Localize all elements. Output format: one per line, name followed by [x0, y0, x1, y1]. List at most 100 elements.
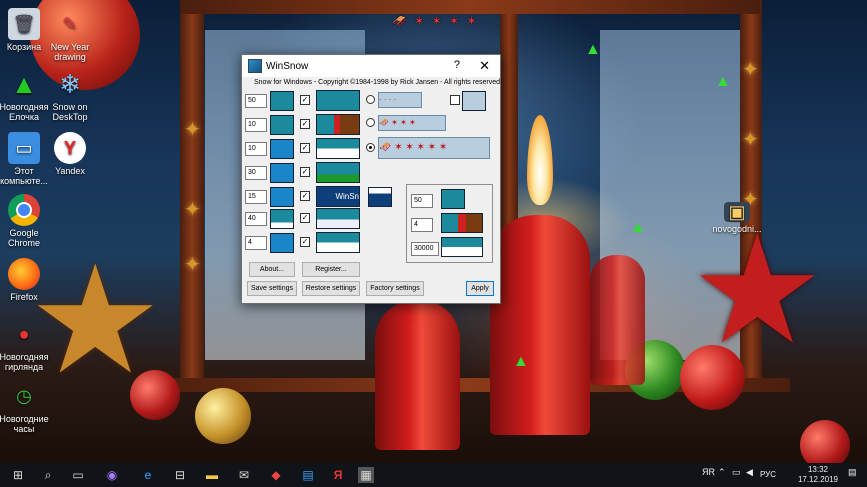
row5-winsnow-preview: WinSn [316, 186, 360, 207]
language-indicator[interactable]: РУС [760, 470, 776, 479]
pen-indicator[interactable]: ЯR [702, 467, 715, 477]
santa-sleigh-icon: 🛷 ✶ ✶ ✶ ✶ [392, 14, 479, 28]
yandex-browser-icon: Y [54, 132, 86, 164]
row5-count-field[interactable]: 15 [245, 190, 267, 204]
tray-chevron-icon[interactable]: ⌃ [718, 467, 726, 478]
speaker-icon[interactable]: ◀ [746, 467, 753, 478]
restore-settings-button[interactable]: Restore settings [302, 281, 360, 296]
santa-settings-group: 50 4 30000 [406, 184, 493, 263]
search-icon[interactable]: ⌕ [40, 467, 56, 483]
row4-count-field[interactable]: 30 [245, 166, 267, 180]
close-button[interactable]: ✕ [479, 58, 490, 74]
group-field-3[interactable]: 30000 [411, 242, 439, 256]
clock[interactable]: 13:32 17.12.2019 [796, 465, 840, 485]
row4-checkbox[interactable]: ✓ [300, 167, 310, 177]
desktop-icon-novogodni[interactable]: ▣ novogodni... [707, 202, 767, 234]
row5-window-thumbnail [270, 187, 294, 207]
clock-icon: ◷ [16, 386, 32, 406]
photos-icon[interactable]: ◆ [268, 467, 284, 483]
register-button[interactable]: Register... [302, 262, 360, 277]
computer-icon: ▭ [8, 132, 40, 164]
sleigh-option-small-radio[interactable] [366, 95, 375, 104]
row2-santa-thumbnail [270, 115, 294, 135]
snowflake-icon: ❄ [59, 69, 81, 99]
row6-snowline-preview [316, 208, 360, 229]
edge-icon[interactable]: e [140, 467, 156, 483]
desktop-icon-snow-on-desktop[interactable]: ❄ Snow on DeskTop [40, 68, 100, 122]
store-icon[interactable]: ⊟ [172, 467, 188, 483]
frame-star-3: ✦ [184, 254, 201, 276]
desktop-icon-chrome[interactable]: Google Chrome [0, 194, 54, 248]
sleigh-medium-strip: 🛷 ✶ ✶ ✶ [378, 115, 446, 131]
file-explorer-icon[interactable]: ▬ [204, 467, 220, 483]
factory-settings-button[interactable]: Factory settings [366, 281, 424, 296]
desktop-icon-label: novogodni... [712, 224, 762, 234]
sleigh-option-medium-radio[interactable] [366, 118, 375, 127]
winsnow-window: WinSnow ? ✕ Snow for Windows - Copyright… [241, 54, 501, 304]
notification-icon[interactable]: ▤ [848, 467, 857, 478]
big-star-right: ★ [690, 206, 825, 374]
frame-star-5: ✦ [742, 129, 759, 151]
save-settings-button[interactable]: Save settings [247, 281, 297, 296]
snow-tree-icon: ▲ [513, 353, 529, 370]
row6-checkbox[interactable]: ✓ [300, 213, 310, 223]
row2-count-field[interactable]: 10 [245, 118, 267, 132]
desktop-icon-label: Новогодняя гирлянда [0, 352, 49, 372]
pencils-icon: ✎ [62, 14, 78, 34]
winsnow-app-icon [248, 59, 262, 73]
desktop-icon-new-year-drawing[interactable]: ✎ New Year drawing [40, 8, 100, 62]
row5-checkbox[interactable]: ✓ [300, 191, 310, 201]
row2-checkbox[interactable]: ✓ [300, 119, 310, 129]
snow-tree-icon: ▲ [630, 219, 646, 236]
reindeer-checkbox[interactable] [450, 95, 460, 105]
group-field-2[interactable]: 4 [411, 218, 433, 232]
mail-icon[interactable]: ✉ [236, 467, 252, 483]
title-bar[interactable]: WinSnow ? ✕ [242, 55, 500, 77]
clock-time: 13:32 [807, 465, 829, 474]
sleigh-option-large-radio[interactable] [366, 143, 375, 152]
desktop-icon-label: New Year drawing [50, 42, 90, 62]
row4-trees-preview [316, 162, 360, 183]
messenger-icon[interactable]: ▤ [300, 467, 316, 483]
row1-count-field[interactable]: 50 [245, 94, 267, 108]
yandex-taskbar-icon[interactable]: Я [330, 467, 346, 483]
desktop-icon-clock[interactable]: ◷ Новогодние часы [0, 380, 54, 434]
frame-top [180, 0, 760, 14]
desktop-icon-label: Google Chrome [7, 228, 40, 248]
row1-checkbox[interactable]: ✓ [300, 95, 310, 105]
apply-button[interactable]: Apply [466, 281, 494, 296]
about-button[interactable]: About... [249, 262, 295, 277]
ornament-red-far [800, 420, 850, 463]
row7-checkbox[interactable]: ✓ [300, 237, 310, 247]
group-field-1[interactable]: 50 [411, 194, 433, 208]
desktop-icon-garland[interactable]: ● Новогодняя гирлянда [0, 318, 54, 372]
candle-right [590, 255, 645, 385]
recycle-bin-icon: 🗑 [8, 8, 40, 40]
sleigh-small-strip: · · · · [378, 92, 422, 108]
garland-icon: ● [18, 324, 30, 344]
row3-count-field[interactable]: 10 [245, 142, 267, 156]
winsnow-taskbar-icon[interactable]: ▦ [358, 467, 374, 483]
row3-checkbox[interactable]: ✓ [300, 143, 310, 153]
alice-assistant-icon[interactable]: ◉ [104, 467, 120, 483]
row6-snow-thumbnail [270, 209, 294, 229]
chrome-icon [8, 194, 40, 226]
group-snowman-thumbnail [441, 237, 483, 257]
group-snow-thumbnail [441, 189, 465, 209]
desktop-icon-firefox[interactable]: Firefox [0, 258, 54, 302]
christmas-tree-icon: ▲ [11, 69, 37, 99]
preview-label: WinSn [335, 192, 359, 201]
taskbar: ⊞ ⌕ ▭ ◉ e ⊟ ▬ ✉ ◆ ▤ Я ▦ ЯR ⌃ ▭ ◀ РУС 13:… [0, 463, 867, 487]
candle-big [490, 215, 590, 435]
desktop-icon-label: Yandex [55, 166, 85, 176]
desktop-icon-yandex[interactable]: Y Yandex [40, 132, 100, 176]
row7-count-field[interactable]: 4 [245, 236, 267, 250]
reindeer-thumbnail [462, 91, 486, 111]
row6-count-field[interactable]: 40 [245, 212, 267, 226]
network-icon[interactable]: ▭ [732, 467, 741, 478]
snow-tree-icon: ▲ [715, 73, 731, 90]
frame-star-1: ✦ [184, 119, 201, 141]
start-button[interactable]: ⊞ [10, 467, 26, 483]
help-button[interactable]: ? [454, 59, 460, 71]
task-view-icon[interactable]: ▭ [70, 467, 86, 483]
